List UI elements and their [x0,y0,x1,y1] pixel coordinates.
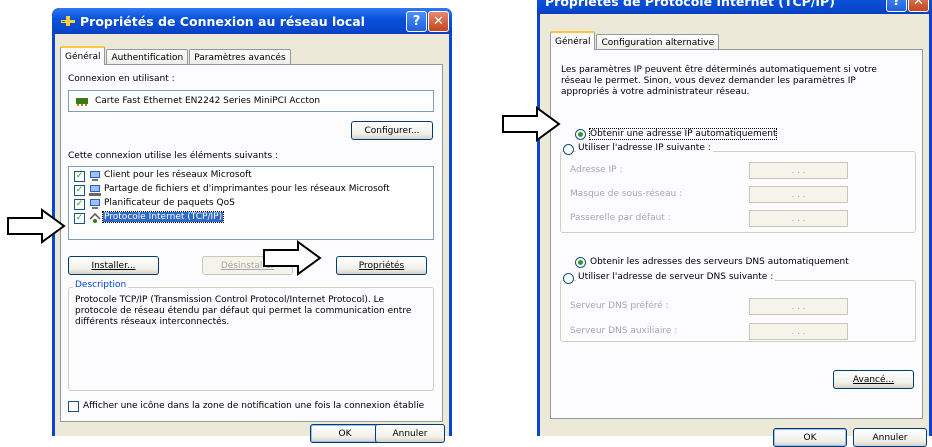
adapter-name: Carte Fast Ethernet EN2242 Series MiniPC… [95,96,321,106]
file-share-icon [89,185,101,196]
help-button[interactable]: ? [406,11,427,32]
connect-using-label: Connexion en utilisant : [68,74,175,84]
close-icon: ✕ [433,14,444,29]
advanced-label: Avancé... [852,374,895,385]
ip-dots: . . . [791,213,806,224]
tcpip-properties-dialog: Propriétés de Protocole Internet (TCP/IP… [537,0,932,447]
component-checkbox[interactable]: ✓ [74,199,85,210]
list-item[interactable]: ✓ Client pour les réseaux Microsoft [72,170,432,184]
ip-dots: . . . [791,189,806,200]
network-adapter-icon [76,98,88,106]
window-title: Propriétés de Protocole Internet (TCP/IP… [545,0,835,9]
preferred-dns-label: Serveur DNS préféré : [570,301,669,311]
advanced-button[interactable]: Avancé... [833,370,914,389]
arrow-to-tcpip-item-icon [7,208,66,244]
help-icon: ? [412,14,421,29]
install-label: Installer... [91,260,136,271]
tab-advanced[interactable]: Paramètres avancés [189,49,291,65]
subnet-field[interactable]: . . . [749,186,848,203]
protocol-icon [89,213,101,223]
manual-ip-radio[interactable] [563,144,574,155]
components-label: Cette connexion utilise les éléments sui… [68,151,279,161]
configure-button[interactable]: Configurer... [351,121,433,140]
preferred-dns-field[interactable]: . . . [749,298,848,315]
component-label: Planificateur de paquets QoS [104,198,235,208]
arrow-to-properties-button-icon [263,240,322,276]
tab-strip: Général Configuration alternative [550,31,720,50]
alternate-dns-field[interactable]: . . . [749,323,848,340]
tab-general[interactable]: Général [550,31,596,50]
scheduler-icon [90,199,100,209]
dialog-client: Général Configuration alternative Les pa… [540,14,929,447]
install-button[interactable]: Installer... [68,256,159,275]
ip-dots: . . . [791,165,806,176]
component-checkbox[interactable]: ✓ [74,171,85,182]
gateway-field[interactable]: . . . [749,210,848,227]
title-bar[interactable]: Propriétés de Protocole Internet (TCP/IP… [537,0,932,14]
general-panel: Connexion en utilisant : Carte Fast Ethe… [60,64,443,422]
ip-address-label: Adresse IP : [570,165,623,175]
description-text: Protocole TCP/IP (Transmission Control P… [75,295,412,327]
auto-dns-label[interactable]: Obtenir les adresses des serveurs DNS au… [590,257,849,267]
component-label-selected: Protocole Internet (TCP/IP) [101,211,225,223]
component-label: Partage de fichiers et d'imprimantes pou… [104,184,390,194]
manual-ip-label[interactable]: Utiliser l'adresse IP suivante : [576,143,713,153]
dialog-client: Général Authentification Paramètres avan… [55,34,449,443]
list-item[interactable]: ✓ Planificateur de paquets QoS [72,198,432,212]
auto-ip-radio[interactable] [575,129,586,140]
notify-checkbox[interactable] [68,401,79,412]
cancel-button[interactable]: Annuler [375,424,445,443]
properties-button[interactable]: Propriétés [336,256,427,275]
tab-alternate-config[interactable]: Configuration alternative [596,34,720,50]
auto-ip-label[interactable]: Obtenir une adresse IP automatiquement [588,128,778,140]
notify-label: Afficher une icône dans la zone de notif… [83,401,425,411]
intro-text: Les paramètres IP peuvent être déterminé… [561,65,877,97]
auto-dns-radio[interactable] [575,257,586,268]
title-bar[interactable]: Propriétés de Connexion au réseau local … [52,8,452,34]
ok-button[interactable]: OK [310,424,380,443]
ok-button[interactable]: OK [773,428,847,447]
tab-general[interactable]: Général [60,46,106,65]
ip-dots: . . . [791,301,806,312]
gateway-label: Passerelle par défaut : [570,213,671,223]
close-icon: ✕ [913,0,924,9]
network-connection-icon [61,16,75,26]
manual-dns-radio[interactable] [563,273,574,284]
components-list: ✓ Client pour les réseaux Microsoft ✓ Pa… [68,166,434,240]
close-button[interactable]: ✕ [428,11,449,32]
help-icon: ? [892,0,901,9]
component-checkbox[interactable]: ✓ [74,185,85,196]
list-item[interactable]: ✓ Protocole Internet (TCP/IP) [72,211,432,226]
cancel-button[interactable]: Annuler [853,428,927,447]
ip-dots: . . . [791,326,806,337]
manual-dns-label[interactable]: Utiliser l'adresse de serveur DNS suivan… [576,272,776,282]
tab-strip: Général Authentification Paramètres avan… [60,46,292,65]
arrow-to-auto-ip-radio-icon [502,106,561,142]
list-item[interactable]: ✓ Partage de fichiers et d'imprimantes p… [72,184,432,198]
ip-address-field[interactable]: . . . [749,162,848,179]
tab-authentication[interactable]: Authentification [106,49,189,65]
lan-properties-dialog: Propriétés de Connexion au réseau local … [52,8,452,443]
properties-label: Propriétés [358,260,405,271]
component-label: Client pour les réseaux Microsoft [104,170,252,180]
window-title: Propriétés de Connexion au réseau local [80,13,365,29]
close-button[interactable]: ✕ [908,0,929,12]
adapter-box: Carte Fast Ethernet EN2242 Series MiniPC… [68,90,434,112]
general-panel: Les paramètres IP peuvent être déterminé… [550,49,923,419]
description-title: Description [73,280,129,290]
alternate-dns-label: Serveur DNS auxiliaire : [570,326,678,336]
help-button[interactable]: ? [886,0,907,12]
network-client-icon [90,171,100,181]
subnet-label: Masque de sous-réseau : [570,189,683,199]
component-checkbox[interactable]: ✓ [74,213,85,224]
